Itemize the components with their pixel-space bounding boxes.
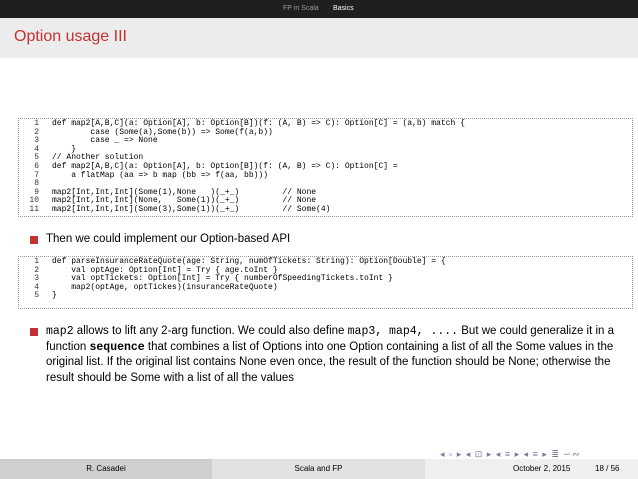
bullet-marker bbox=[30, 236, 38, 244]
footer-title: Scala and FP bbox=[212, 459, 425, 479]
code-text: map2[Int,Int,Int](Some(3),Some(1))(_+_) … bbox=[52, 204, 331, 214]
code-sequence: sequence bbox=[89, 340, 145, 354]
bullet-2-part-1: allows to lift any 2-arg function. We co… bbox=[73, 325, 348, 337]
code-map3-map4: map3, map4, .... bbox=[347, 325, 459, 338]
line-number: 11 bbox=[29, 204, 39, 214]
code-text: } bbox=[52, 291, 57, 301]
bullet-marker bbox=[30, 328, 38, 336]
footer-date: October 2, 2015 bbox=[513, 464, 571, 473]
footer-page-number: 18 / 56 bbox=[595, 464, 620, 473]
nav-section-fp-in-scala[interactable]: FP in Scala bbox=[283, 4, 319, 14]
nav-section-basics[interactable]: Basics bbox=[333, 4, 354, 14]
bullet-text-option-api: Then we could implement our Option-based… bbox=[46, 233, 291, 245]
line-number: 5 bbox=[34, 291, 39, 301]
code-block-parse-insurance: 1 def parseInsuranceRateQuote(age: String… bbox=[18, 256, 633, 309]
code-line: 7 a flatMap (aa => b map (bb => f(aa, bb… bbox=[19, 170, 632, 181]
top-navigation-bar: FP in Scala Basics bbox=[0, 0, 638, 18]
code-text: a flatMap (aa => b map (bb => f(aa, bb))… bbox=[52, 170, 269, 180]
code-text: map2(optAge, optTickes)(insuranceRateQuo… bbox=[52, 282, 278, 292]
code-block-map2: 1 def map2[A,B,C](a: Option[A], b: Option… bbox=[18, 118, 633, 217]
footer-date-page: October 2, 2015 18 / 56 bbox=[425, 459, 638, 479]
code-line: 5} bbox=[19, 292, 632, 301]
footer-author: R. Casadei bbox=[0, 459, 212, 479]
slide-title: Option usage III bbox=[14, 28, 127, 45]
code-line: 4 map2(optAge, optTickes)(insuranceRateQ… bbox=[19, 282, 632, 293]
code-line: 3 case _ => None bbox=[19, 137, 632, 146]
code-map2: map2 bbox=[46, 325, 74, 338]
bullet-text-map2-sequence: map2 allows to lift any 2-arg function. … bbox=[46, 324, 626, 386]
code-line: 11 map2[Int,Int,Int](Some(3),Some(1))(_+_… bbox=[19, 204, 632, 215]
footer: R. Casadei Scala and FP October 2, 2015 … bbox=[0, 459, 638, 479]
frame-title-bar: Option usage III bbox=[0, 18, 638, 58]
